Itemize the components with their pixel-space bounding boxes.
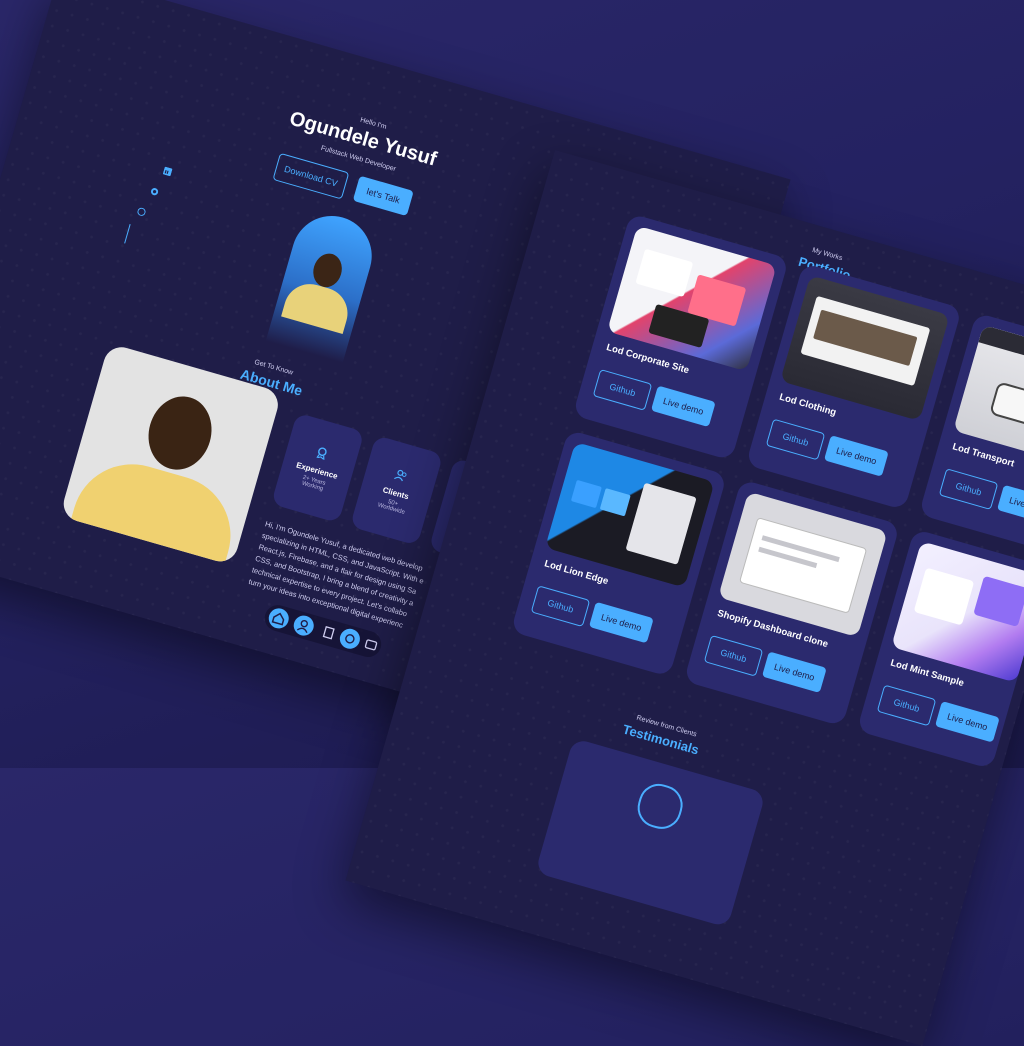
- github-button[interactable]: Github: [765, 418, 826, 461]
- live-demo-button[interactable]: Live demo: [761, 651, 827, 693]
- testimonial-card: [535, 737, 766, 928]
- thumbnail-panel: [625, 482, 697, 565]
- github-button[interactable]: Github: [703, 634, 764, 677]
- hero-portrait-shirt: [281, 277, 354, 335]
- clients-title: Clients: [381, 484, 410, 501]
- thumbnail-screen: [635, 248, 694, 298]
- social-divider: [124, 224, 131, 244]
- thumbnail-card: [973, 575, 1024, 627]
- thumbnail-card: [913, 567, 975, 626]
- github-button[interactable]: Github: [876, 684, 937, 727]
- download-cv-button[interactable]: Download CV: [272, 152, 350, 200]
- live-demo-button[interactable]: Live demo: [588, 601, 654, 644]
- live-demo-button[interactable]: Live demo: [996, 484, 1024, 527]
- thumbnail-car: [989, 381, 1024, 435]
- github-button[interactable]: Github: [592, 368, 653, 411]
- users-icon: [394, 468, 409, 483]
- about-photo-shirt: [66, 450, 245, 566]
- live-demo-button[interactable]: Live demo: [650, 385, 716, 428]
- thumbnail-screen: [738, 517, 868, 614]
- linkedin-icon[interactable]: [162, 166, 173, 177]
- thumbnail-tile: [570, 479, 602, 509]
- user-icon[interactable]: [291, 613, 317, 638]
- project-name: Lod Clothing: [778, 391, 838, 419]
- services-icon[interactable]: [337, 626, 363, 652]
- testimonial-avatar: [632, 779, 688, 834]
- live-demo-button[interactable]: Live demo: [823, 435, 889, 477]
- experience-card: Experience 2+ Years Working: [271, 412, 365, 524]
- dribbble-icon[interactable]: [137, 207, 147, 217]
- home-icon[interactable]: [266, 606, 292, 631]
- about-photo-head: [140, 388, 221, 478]
- github-button[interactable]: Github: [530, 585, 591, 628]
- award-icon: [315, 445, 330, 460]
- github-button[interactable]: Github: [938, 468, 999, 511]
- lets-talk-button[interactable]: let's Talk: [352, 175, 414, 217]
- book-icon[interactable]: [316, 620, 341, 645]
- project-thumbnail: [891, 541, 1024, 683]
- thumbnail-tile: [599, 488, 631, 517]
- clients-card: Clients 50+ Worldwide: [349, 435, 444, 546]
- github-icon[interactable]: [150, 187, 160, 197]
- live-demo-button[interactable]: Live demo: [934, 701, 1000, 743]
- thumbnail-bar: [978, 324, 1024, 378]
- hero-portrait: [265, 206, 382, 364]
- message-icon[interactable]: [359, 633, 384, 658]
